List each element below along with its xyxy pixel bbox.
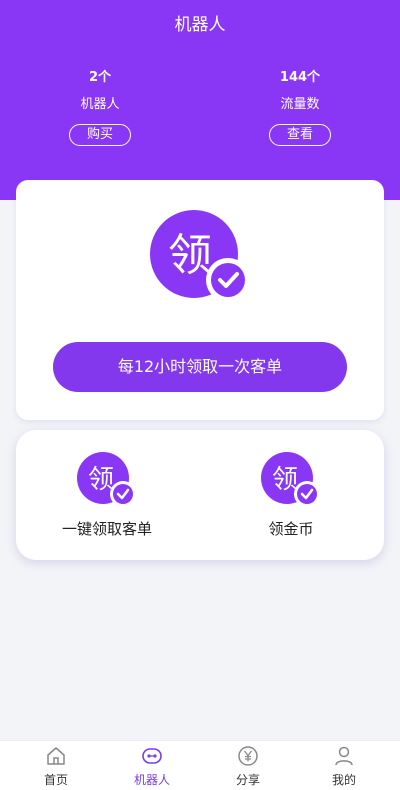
view-button[interactable]: 查看 (269, 124, 331, 146)
tab-share[interactable]: 分享 (198, 745, 298, 788)
traffic-count-label: 流量数 (280, 97, 320, 112)
robot-icon (142, 748, 162, 764)
one-click-claim-icon: 领 (77, 452, 136, 507)
claim-check-icon: 领 (150, 210, 250, 302)
claim-icon-glyph: 领 (168, 230, 212, 281)
tab-mine-label: 我的 (331, 773, 356, 787)
claim-every-12h-button[interactable]: 每12小时领取一次客单 (53, 342, 347, 392)
home-icon (47, 747, 65, 765)
robot-count-value: 2个 (88, 70, 112, 85)
claim-coins-button[interactable]: 领 领金币 (216, 452, 366, 539)
page-title: 机器人 (174, 15, 226, 35)
claim-coins-icon: 领 (261, 452, 320, 507)
tab-robot[interactable]: 机器人 (102, 745, 202, 788)
claim-coins-glyph: 领 (272, 465, 298, 495)
tab-robot-label: 机器人 (133, 773, 170, 787)
one-click-claim-button[interactable]: 领 一键领取客单 (32, 452, 182, 539)
tab-home[interactable]: 首页 (6, 745, 106, 788)
robot-count-label: 机器人 (80, 97, 120, 112)
traffic-count-value: 144个 (279, 70, 321, 85)
bottom-tab-bar: 首页 机器人 分享 我的 (0, 740, 400, 790)
one-click-claim-glyph: 领 (88, 465, 114, 495)
tab-home-label: 首页 (43, 773, 68, 787)
user-icon (335, 746, 353, 766)
quick-actions-card: 领 一键领取客单 领 领金币 (16, 430, 384, 560)
one-click-claim-label: 一键领取客单 (61, 520, 152, 538)
yen-icon (238, 746, 258, 766)
tab-mine[interactable]: 我的 (294, 745, 394, 788)
buy-button[interactable]: 购买 (69, 124, 131, 146)
claim-coins-label: 领金币 (268, 520, 314, 538)
robot-count-stat: 2个 机器人 (50, 66, 150, 112)
tab-share-label: 分享 (235, 773, 260, 787)
traffic-count-stat: 144个 流量数 (250, 66, 350, 112)
claim-card: 领 每12小时领取一次客单 (16, 180, 384, 420)
